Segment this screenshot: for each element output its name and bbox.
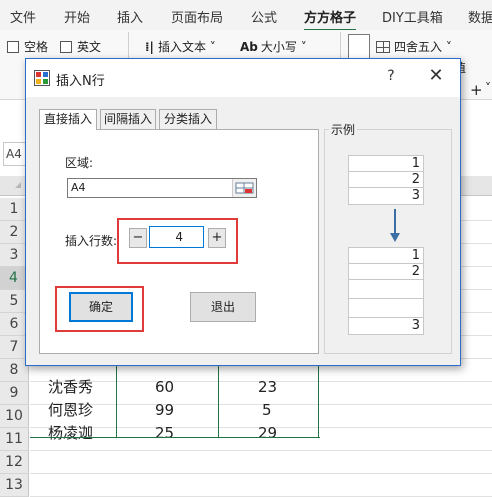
app-icon bbox=[34, 70, 50, 86]
example-row-empty bbox=[349, 299, 423, 318]
row-header[interactable]: 12 bbox=[0, 451, 29, 474]
cell-name[interactable]: 何恩珍 bbox=[48, 399, 93, 422]
grid-line bbox=[30, 473, 492, 474]
example-before-table: 1 2 3 bbox=[348, 155, 424, 205]
cell-name[interactable]: 杨凌迦 bbox=[48, 422, 93, 445]
case-button[interactable]: Ab 大小写 ˅ bbox=[240, 38, 307, 55]
example-row: 3 bbox=[411, 188, 420, 203]
range-select-icon bbox=[235, 182, 254, 194]
english-checkbox[interactable]: 英文 bbox=[60, 38, 101, 55]
row-header[interactable]: 13 bbox=[0, 474, 29, 497]
grid-line bbox=[30, 404, 492, 405]
cell-value[interactable]: 23 bbox=[258, 376, 277, 399]
example-row: 2 bbox=[349, 264, 423, 280]
row-header[interactable]: 11 bbox=[0, 428, 29, 451]
case-icon: Ab bbox=[240, 40, 258, 54]
highlight-box bbox=[55, 286, 144, 332]
range-input[interactable]: A4 bbox=[67, 178, 257, 198]
english-label: 英文 bbox=[77, 40, 102, 54]
tab-home[interactable]: 开始 bbox=[64, 7, 90, 26]
example-title: 示例 bbox=[329, 121, 358, 138]
example-row: 3 bbox=[411, 318, 420, 333]
grid-line bbox=[30, 450, 492, 451]
select-all-corner[interactable] bbox=[15, 182, 21, 188]
table-border bbox=[30, 437, 320, 438]
example-row: 1 bbox=[349, 248, 423, 264]
help-button[interactable]: ? bbox=[381, 68, 401, 84]
cell-value[interactable]: 60 bbox=[155, 376, 174, 399]
example-row-empty bbox=[349, 280, 423, 299]
insert-text-icon: ⁞| bbox=[145, 40, 154, 54]
cell-value[interactable]: 5 bbox=[262, 399, 272, 422]
highlight-box bbox=[117, 218, 238, 264]
tab-diy-toolbox[interactable]: DIY工具箱 bbox=[382, 7, 443, 26]
table-border bbox=[318, 366, 319, 438]
exit-button[interactable]: 退出 bbox=[190, 292, 256, 322]
chevron-down-icon[interactable]: ˅ bbox=[485, 81, 491, 95]
tab-fangfang[interactable]: 方方格子 bbox=[304, 7, 357, 32]
example-row: 2 bbox=[349, 172, 423, 188]
round-button[interactable]: 四舍五入 ˅ bbox=[376, 38, 452, 55]
dialog-titlebar[interactable]: 插入N行 ? ✕ bbox=[26, 59, 460, 97]
example-after-table: 1 2 3 bbox=[348, 247, 424, 335]
round-label: 四舍五入 bbox=[394, 40, 443, 54]
insert-text-label: 插入文本 bbox=[157, 40, 206, 54]
tab-category-insert[interactable]: 分类插入 bbox=[159, 109, 217, 129]
row-header[interactable]: 10 bbox=[0, 405, 29, 428]
document-icon[interactable] bbox=[348, 34, 370, 60]
space-label: 空格 bbox=[24, 40, 49, 54]
arrow-down-icon bbox=[390, 209, 400, 242]
example-row: 1 bbox=[349, 156, 423, 172]
cell-value[interactable]: 25 bbox=[155, 422, 174, 445]
tab-insert[interactable]: 插入 bbox=[117, 7, 143, 26]
ribbon-tab-bar: 文件 开始 插入 页面布局 公式 方方格子 DIY工具箱 数据 bbox=[0, 0, 492, 32]
tab-formulas[interactable]: 公式 bbox=[251, 7, 277, 26]
table-border bbox=[116, 366, 117, 438]
space-checkbox[interactable]: 空格 bbox=[7, 38, 48, 55]
add-icon[interactable]: + bbox=[470, 81, 483, 99]
range-picker-button[interactable] bbox=[232, 179, 256, 197]
insert-rows-dialog: 插入N行 ? ✕ 直接插入 间隔插入 分类插入 区域: A4 插入行数: − 4… bbox=[25, 58, 461, 366]
cell-value[interactable]: 99 bbox=[155, 399, 174, 422]
rows-count-label: 插入行数: bbox=[65, 234, 118, 248]
grid-icon bbox=[376, 41, 390, 53]
tab-page-layout[interactable]: 页面布局 bbox=[171, 7, 223, 26]
case-label: 大小写 bbox=[260, 40, 297, 54]
cell-value[interactable]: 29 bbox=[258, 422, 277, 445]
tab-interval-insert[interactable]: 间隔插入 bbox=[100, 109, 156, 129]
cell-name[interactable]: 沈香秀 bbox=[48, 376, 93, 399]
tab-data[interactable]: 数据 bbox=[468, 7, 492, 26]
insert-text-button[interactable]: ⁞| 插入文本 ˅ bbox=[145, 38, 216, 55]
close-button[interactable]: ✕ bbox=[424, 65, 448, 86]
tab-file[interactable]: 文件 bbox=[10, 7, 36, 26]
range-label: 区域: bbox=[65, 156, 94, 170]
row-header[interactable]: 9 bbox=[0, 382, 29, 405]
tab-panel: 区域: A4 插入行数: − 4 + 确定 退出 bbox=[39, 129, 319, 354]
table-border bbox=[218, 366, 219, 438]
dialog-title: 插入N行 bbox=[56, 74, 105, 89]
tab-direct-insert[interactable]: 直接插入 bbox=[39, 109, 97, 130]
